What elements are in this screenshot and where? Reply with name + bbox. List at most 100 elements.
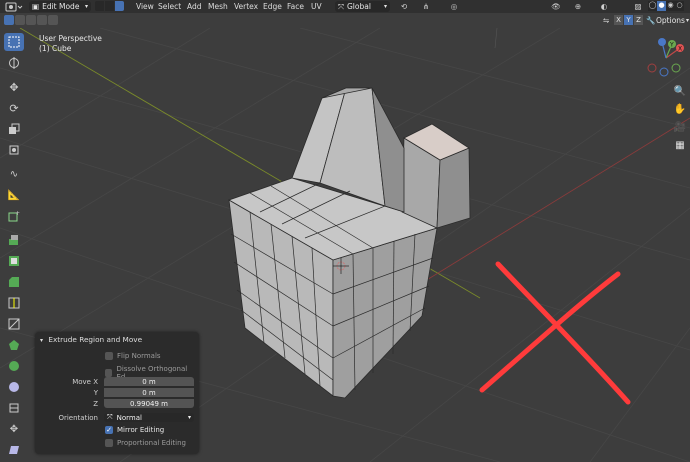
camera-icon[interactable]: 🎥 xyxy=(673,120,687,134)
chevron-down-icon: ▾ xyxy=(187,414,191,421)
move-x-label: Move X xyxy=(72,378,98,386)
measure-tool-icon[interactable]: 📐 xyxy=(4,186,24,204)
axis-x-toggle[interactable]: X xyxy=(614,15,623,25)
chevron-down-icon: ▾ xyxy=(40,337,44,344)
knife-tool-icon[interactable] xyxy=(4,315,24,333)
orientation-icon: ⤧ xyxy=(338,1,344,11)
mirror-axis-icon: ⇋ xyxy=(602,15,610,25)
menu-face[interactable]: Face xyxy=(287,0,304,13)
transform-tool-icon[interactable] xyxy=(4,141,24,159)
move-tool-icon[interactable]: ✥ xyxy=(4,78,24,96)
extrude-tool-icon[interactable] xyxy=(4,231,24,249)
orientation-select[interactable]: ⤧ Normal ▾ xyxy=(104,413,194,422)
svg-text:+: + xyxy=(15,210,20,217)
mirror-editing-checkbox[interactable]: ✓ Mirror Editing xyxy=(105,426,164,434)
add-cube-tool-icon[interactable]: + xyxy=(4,207,24,225)
checkbox[interactable] xyxy=(105,369,113,377)
inset-tool-icon[interactable] xyxy=(4,252,24,270)
header-bar: ▣ Edit Mode ▾ View Select Add Mesh Verte… xyxy=(0,0,690,13)
wireframe-shading-icon[interactable]: ◯ xyxy=(648,1,657,11)
wrench-icon[interactable]: 🔧 xyxy=(646,15,656,25)
edge-select-icon[interactable] xyxy=(105,1,114,11)
orientation-dropdown[interactable]: ⤧ Global ▾ xyxy=(335,1,390,12)
perspective-label: User Perspective xyxy=(39,34,102,43)
poly-build-tool-icon[interactable] xyxy=(4,336,24,354)
mesh-cube[interactable] xyxy=(228,87,471,399)
face-select-icon[interactable] xyxy=(115,1,124,11)
options-button[interactable]: Options ▾ xyxy=(656,15,689,25)
normal-icon: ⤧ xyxy=(107,413,113,421)
chevron-down-icon: ▾ xyxy=(685,16,689,24)
operator-panel: ▾ Extrude Region and Move Flip Normals D… xyxy=(35,332,199,454)
gizmo-toggle-icon[interactable]: ⊕ xyxy=(570,1,586,12)
edge-slide-tool-icon[interactable] xyxy=(4,399,24,417)
solid-shading-icon[interactable]: ● xyxy=(657,1,666,11)
xray-icon[interactable]: ▨ xyxy=(632,1,644,12)
move-y-field[interactable]: 0 m xyxy=(104,388,194,397)
material-shading-icon[interactable]: ◉ xyxy=(666,1,675,11)
render-shading-icon[interactable]: ○ xyxy=(675,1,684,11)
red-x-annotation xyxy=(479,261,631,405)
select-extend-icon[interactable] xyxy=(15,15,25,25)
orientation-label: Orientation xyxy=(58,414,98,422)
menu-uv[interactable]: UV xyxy=(311,0,322,13)
menu-mesh[interactable]: Mesh xyxy=(208,0,228,13)
spin-tool-icon[interactable] xyxy=(4,357,24,375)
cursor-tool-icon[interactable] xyxy=(4,54,24,72)
gizmo-z-axis[interactable] xyxy=(658,38,666,46)
menu-select[interactable]: Select xyxy=(158,0,181,13)
proportional-editing-checkbox[interactable]: Proportional Editing xyxy=(105,439,186,447)
shear-tool-icon[interactable] xyxy=(4,441,24,459)
editor-type-icon[interactable] xyxy=(4,1,24,12)
svg-text:Y: Y xyxy=(669,42,674,49)
smooth-tool-icon[interactable] xyxy=(4,378,24,396)
move-z-label: Z xyxy=(93,400,98,408)
loop-cut-tool-icon[interactable] xyxy=(4,294,24,312)
mirror-axes-group: X Y Z xyxy=(614,15,643,25)
select-invert-icon[interactable] xyxy=(37,15,47,25)
snap-icon[interactable]: ⋔ xyxy=(414,1,438,12)
mode-dropdown[interactable]: ▣ Edit Mode ▾ xyxy=(29,1,91,12)
proportional-icon[interactable]: ◎ xyxy=(442,1,466,12)
left-toolbar: ✥ ⟳ ∿ 📐 + ✥ xyxy=(4,33,26,462)
checkbox[interactable] xyxy=(105,352,113,360)
chevron-down-icon: ▾ xyxy=(383,3,387,10)
overlay-icon[interactable]: ◐ xyxy=(598,1,610,12)
pan-icon[interactable]: ✋ xyxy=(673,102,687,116)
shrink-fatten-tool-icon[interactable]: ✥ xyxy=(4,420,24,438)
object-label: (1) Cube xyxy=(39,44,72,53)
vertex-select-icon[interactable] xyxy=(95,1,104,11)
select-mode-group xyxy=(95,1,124,11)
chevron-down-icon: ▾ xyxy=(84,3,88,10)
menu-add[interactable]: Add xyxy=(187,0,202,13)
scale-tool-icon[interactable] xyxy=(4,120,24,138)
grid-view-icon[interactable]: ▦ xyxy=(673,138,687,152)
select-subtract-icon[interactable] xyxy=(26,15,36,25)
shading-group: ◯ ● ◉ ○ xyxy=(648,1,684,11)
pivot-icon[interactable]: ⟲ xyxy=(394,1,414,12)
svg-text:X: X xyxy=(678,46,682,53)
menu-edge[interactable]: Edge xyxy=(263,0,282,13)
rotate-tool-icon[interactable]: ⟳ xyxy=(4,99,24,117)
menu-view[interactable]: View xyxy=(136,0,154,13)
select-intersect-icon[interactable] xyxy=(48,15,58,25)
checkbox[interactable] xyxy=(105,439,113,447)
axis-z-toggle[interactable]: Z xyxy=(634,15,643,25)
visibility-icon[interactable]: 👁 xyxy=(548,1,564,12)
axis-y-toggle[interactable]: Y xyxy=(624,15,633,25)
bevel-tool-icon[interactable] xyxy=(4,273,24,291)
panel-header[interactable]: ▾ Extrude Region and Move xyxy=(40,335,142,344)
navigation-gizmo[interactable]: X Y xyxy=(646,38,686,78)
zoom-icon[interactable]: 🔍 xyxy=(673,84,687,98)
flip-normals-checkbox[interactable]: Flip Normals xyxy=(105,352,161,360)
annotate-tool-icon[interactable]: ∿ xyxy=(4,165,24,183)
checkbox-checked[interactable]: ✓ xyxy=(105,426,113,434)
mode-icon: ▣ xyxy=(32,2,40,11)
menu-vertex[interactable]: Vertex xyxy=(234,0,258,13)
move-y-label: Y xyxy=(93,389,98,397)
select-box-tool-icon[interactable] xyxy=(4,33,24,51)
select-new-icon[interactable] xyxy=(4,15,14,25)
move-z-field[interactable]: 0.99049 m xyxy=(104,399,194,408)
move-x-field[interactable]: 0 m xyxy=(104,377,194,386)
tool-settings-bar: ⇋ X Y Z 🔧 Options ▾ xyxy=(0,13,690,28)
